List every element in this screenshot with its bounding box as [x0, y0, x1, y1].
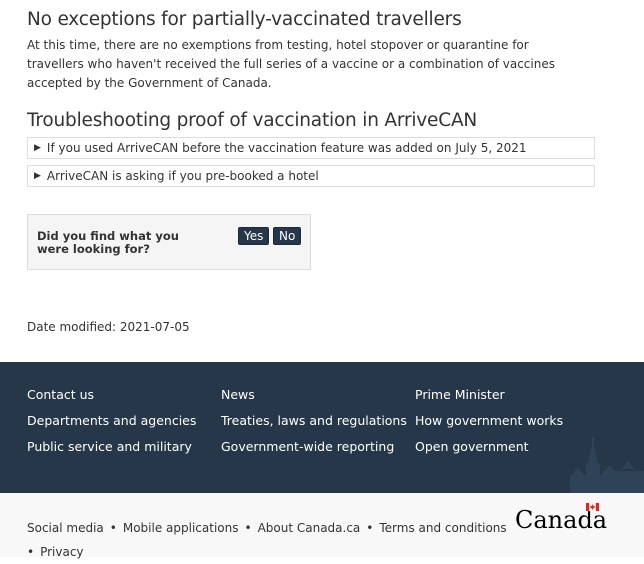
triangle-right-icon: ▶	[34, 143, 41, 153]
details-summary-label: ArriveCAN is asking if you pre-booked a …	[46, 169, 319, 183]
canada-flag-icon	[585, 502, 600, 512]
footer-link-how-government-works[interactable]: How government works	[415, 413, 563, 428]
exceptions-heading: No exceptions for partially-vaccinated t…	[27, 9, 462, 30]
footer-link-reporting[interactable]: Government-wide reporting	[221, 439, 394, 454]
separator: •	[366, 521, 374, 535]
separator: •	[244, 521, 252, 535]
footer-link-treaties[interactable]: Treaties, laws and regulations	[221, 413, 407, 428]
footer-link-departments[interactable]: Departments and agencies	[27, 413, 196, 428]
separator: •	[109, 521, 117, 535]
footer-sub: Social media • Mobile applications • About C…	[0, 493, 644, 559]
feedback-panel: Did you find what you were looking for? …	[27, 214, 311, 270]
footer-sub-link-social-media[interactable]: Social media	[27, 521, 104, 535]
footer-link-open-government[interactable]: Open government	[415, 439, 529, 454]
footer-main: Contact us Departments and agencies Publ…	[0, 362, 644, 493]
footer-sub-link-terms[interactable]: Terms and conditions	[379, 521, 506, 535]
footer-link-public-service[interactable]: Public service and military	[27, 439, 192, 454]
details-summary-label: If you used ArriveCAN before the vaccina…	[46, 141, 527, 155]
no-button[interactable]: No	[273, 227, 302, 245]
footer-link-prime-minister[interactable]: Prime Minister	[415, 387, 505, 402]
footer-link-contact-us[interactable]: Contact us	[27, 387, 94, 402]
date-modified: Date modified: 2021-07-05	[27, 320, 190, 334]
footer-sub-link-about[interactable]: About Canada.ca	[258, 521, 361, 535]
feedback-question: Did you find what you were looking for?	[37, 229, 179, 256]
details-arrivecan-before-feature[interactable]: ▶ If you used ArriveCAN before the vacci…	[27, 137, 595, 159]
canada-wordmark-logo: Canada	[515, 502, 607, 534]
details-prebooked-hotel[interactable]: ▶ ArriveCAN is asking if you pre-booked …	[27, 165, 595, 187]
yes-button[interactable]: Yes	[238, 227, 270, 245]
footer-link-news[interactable]: News	[221, 387, 255, 402]
parliament-silhouette-icon	[570, 437, 644, 493]
exceptions-text: At this time, there are no exemptions fr…	[27, 38, 555, 90]
triangle-right-icon: ▶	[34, 171, 41, 181]
footer-sub-link-mobile-apps[interactable]: Mobile applications	[123, 521, 239, 535]
troubleshooting-heading: Troubleshooting proof of vaccination in …	[27, 110, 478, 131]
